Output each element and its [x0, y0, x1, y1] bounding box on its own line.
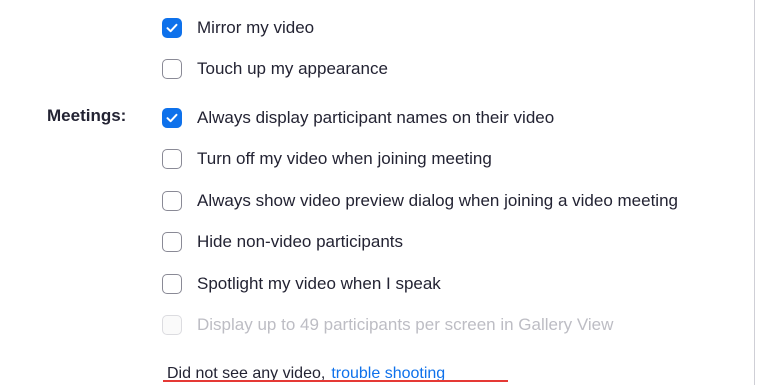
- checkmark-icon: [166, 113, 178, 123]
- checkbox-row-mirror-my-video[interactable]: Mirror my video: [162, 16, 314, 40]
- checkbox-row-show-video-preview-dialog[interactable]: Always show video preview dialog when jo…: [162, 189, 678, 213]
- checkbox-row-touch-up-appearance[interactable]: Touch up my appearance: [162, 57, 388, 81]
- checkbox-row-turn-off-video-when-joining[interactable]: Turn off my video when joining meeting: [162, 147, 492, 171]
- checkbox-mirror-my-video[interactable]: [162, 18, 182, 38]
- option-label: Touch up my appearance: [197, 59, 388, 78]
- option-label: Hide non-video participants: [197, 232, 404, 251]
- panel-right-border: [754, 0, 755, 385]
- checkbox-turn-off-video-when-joining[interactable]: [162, 149, 182, 169]
- checkmark-icon: [166, 23, 178, 33]
- checkbox-show-video-preview-dialog[interactable]: [162, 191, 182, 211]
- option-label: Always display participant names on thei…: [197, 108, 555, 127]
- checkbox-hide-non-video-participants[interactable]: [162, 232, 182, 252]
- checkbox-display-49-participants: [162, 315, 182, 335]
- option-label: Mirror my video: [197, 18, 315, 37]
- checkbox-row-display-49-participants: Display up to 49 participants per screen…: [162, 313, 613, 337]
- checkbox-row-hide-non-video-participants[interactable]: Hide non-video participants: [162, 230, 403, 254]
- checkbox-touch-up-appearance[interactable]: [162, 59, 182, 79]
- checkbox-display-participant-names[interactable]: [162, 108, 182, 128]
- checkbox-row-display-participant-names[interactable]: Always display participant names on thei…: [162, 106, 554, 130]
- option-label: Turn off my video when joining meeting: [197, 149, 492, 168]
- checkbox-spotlight-my-video[interactable]: [162, 274, 182, 294]
- option-label: Spotlight my video when I speak: [197, 274, 441, 293]
- meetings-section-label: Meetings:: [47, 106, 127, 125]
- red-annotation-underline: [163, 380, 508, 382]
- option-label: Display up to 49 participants per screen…: [197, 315, 614, 334]
- option-label: Always show video preview dialog when jo…: [197, 191, 678, 210]
- checkbox-row-spotlight-my-video[interactable]: Spotlight my video when I speak: [162, 272, 441, 296]
